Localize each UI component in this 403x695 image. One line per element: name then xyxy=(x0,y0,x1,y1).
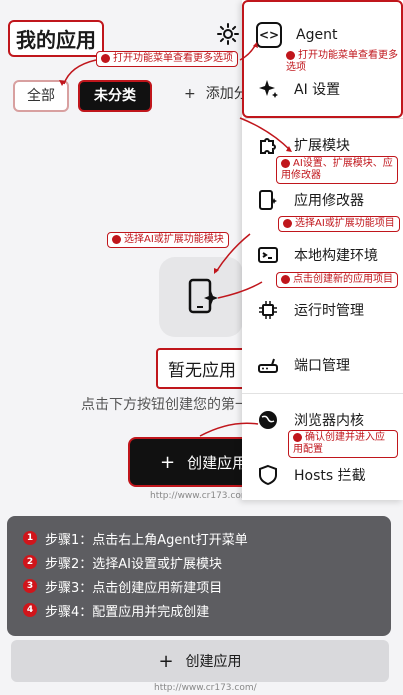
step-number: 4 xyxy=(23,603,37,617)
bottom-create-app-button[interactable]: + 创建应用 xyxy=(11,640,389,682)
create-app-label: 创建应用 xyxy=(185,654,242,670)
step-text: 步骤4：配置应用并完成创建 xyxy=(45,604,210,620)
step-text: 步骤1：点击右上角Agent打开菜单 xyxy=(45,532,248,548)
step-item: 1 步骤1：点击右上角Agent打开菜单 xyxy=(23,526,375,550)
step-item: 4 步骤4：配置应用并完成创建 xyxy=(23,598,375,622)
step-number: 2 xyxy=(23,555,37,569)
step-item: 2 步骤2：选择AI设置或扩展模块 xyxy=(23,550,375,574)
step-text: 步骤2：选择AI设置或扩展模块 xyxy=(45,556,222,572)
step-number: 3 xyxy=(23,579,37,593)
step-text: 步骤3：点击创建应用新建项目 xyxy=(45,580,223,596)
step-number: 1 xyxy=(23,531,37,545)
plus-icon: + xyxy=(158,650,174,672)
steps-panel: 1 步骤1：点击右上角Agent打开菜单 2 步骤2：选择AI设置或扩展模块 3… xyxy=(7,516,391,636)
watermark-bottom: http://www.cr173.com/ xyxy=(154,683,257,693)
step-item: 3 步骤3：点击创建应用新建项目 xyxy=(23,574,375,598)
